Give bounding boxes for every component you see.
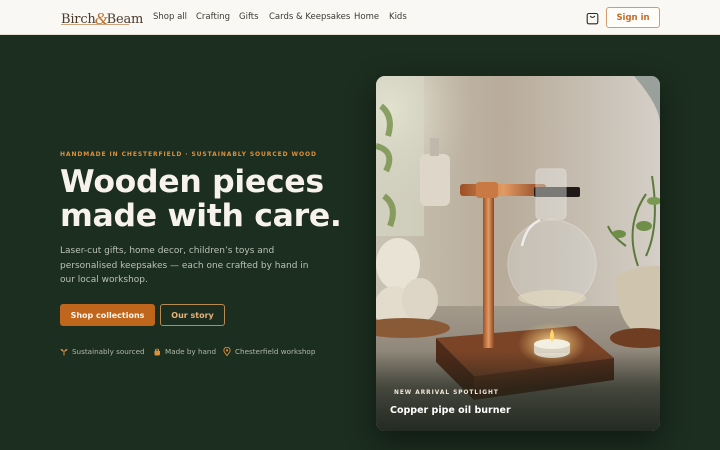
site-header: Birch&Beam Shop all Crafting Gifts Cards… (0, 0, 720, 35)
nav-cards-keepsakes[interactable]: Cards & Keepsakes (269, 12, 350, 22)
shopping-bag-icon[interactable] (586, 10, 599, 25)
nav-shop-all[interactable]: Shop all (153, 12, 187, 22)
nav-kids[interactable]: Kids (389, 12, 407, 22)
hero-headline-line-1: Wooden pieces (60, 164, 324, 200)
sign-in-button[interactable]: Sign in (606, 7, 660, 28)
feature-chesterfield-workshop: Chesterfield workshop (223, 346, 315, 356)
hero-eyebrow: HANDMADE IN CHESTERFIELD · SUSTAINABLY S… (60, 151, 317, 158)
new-arrival-card[interactable]: NEW ARRIVAL SPOTLIGHT Copper pipe oil bu… (376, 76, 660, 431)
logo-underline (61, 24, 129, 25)
spotlight-eyebrow: NEW ARRIVAL SPOTLIGHT (394, 390, 499, 396)
feature-label: Chesterfield workshop (235, 346, 316, 356)
sprout-icon (60, 348, 68, 355)
nav-home[interactable]: Home (354, 12, 379, 22)
spotlight-title[interactable]: Copper pipe oil burner (390, 405, 511, 416)
feature-sustainably-sourced: Sustainably sourced (60, 346, 145, 356)
hero-subcopy: Laser-cut gifts, home decor, children’s … (60, 246, 309, 285)
feature-label: Sustainably sourced (72, 346, 145, 356)
hero-headline-line-2: made with care. (60, 198, 342, 234)
hero-headline: Wooden pieces made with care. (60, 165, 360, 233)
shop-collections-button[interactable]: Shop collections (60, 304, 155, 326)
feature-made-by-hand: Made by hand (153, 346, 216, 356)
nav-crafting[interactable]: Crafting (196, 12, 230, 22)
brand-ampersand: & (94, 9, 108, 28)
feature-label: Made by hand (165, 346, 217, 356)
our-story-button[interactable]: Our story (160, 304, 225, 326)
hand-icon (154, 347, 160, 355)
brand-logo[interactable]: Birch&Beam (61, 8, 143, 28)
nav-gifts[interactable]: Gifts (239, 12, 259, 22)
map-pin-icon (223, 346, 231, 356)
